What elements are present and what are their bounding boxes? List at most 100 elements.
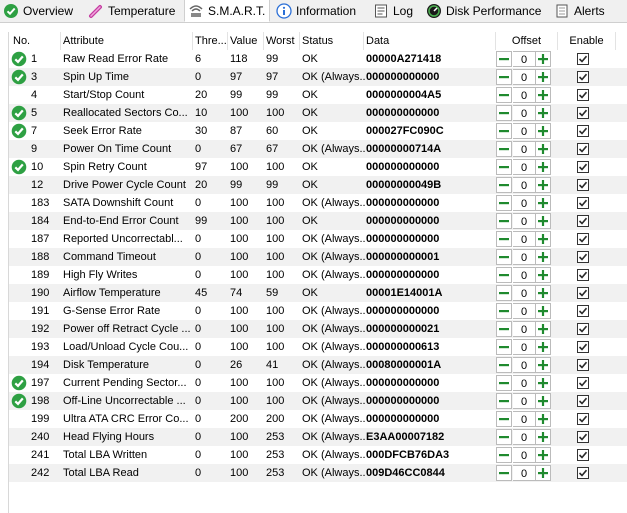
table-row[interactable]: 189 High Fly Writes 0 100 100 OK (Always... 00… (9, 266, 627, 284)
offset-value[interactable]: 0 (513, 231, 535, 247)
offset-stepper[interactable]: 0 (496, 123, 552, 139)
enable-checkbox[interactable] (577, 467, 589, 479)
tab-alerts[interactable]: Alerts (551, 0, 611, 21)
col-data[interactable]: Data (364, 32, 496, 50)
enable-checkbox[interactable] (577, 323, 589, 335)
table-row[interactable]: 1 Raw Read Error Rate 6 118 99 OK 00000A271418… (9, 50, 627, 68)
offset-stepper[interactable]: 0 (496, 69, 552, 85)
offset-value[interactable]: 0 (513, 159, 535, 175)
offset-stepper[interactable]: 0 (496, 465, 552, 481)
offset-stepper[interactable]: 0 (496, 285, 552, 301)
decrement-button[interactable] (496, 213, 512, 229)
enable-checkbox[interactable] (577, 107, 589, 119)
decrement-button[interactable] (496, 321, 512, 337)
offset-stepper[interactable]: 0 (496, 213, 552, 229)
table-row[interactable]: 242 Total LBA Read 0 100 253 OK (Always... 009… (9, 464, 627, 482)
table-row[interactable]: 9 Power On Time Count 0 67 67 OK (Always... 00… (9, 140, 627, 158)
col-attribute[interactable]: Attribute (61, 32, 193, 50)
increment-button[interactable] (535, 285, 551, 301)
decrement-button[interactable] (496, 339, 512, 355)
offset-stepper[interactable]: 0 (496, 267, 552, 283)
increment-button[interactable] (535, 375, 551, 391)
offset-value[interactable]: 0 (513, 465, 535, 481)
tab-overview[interactable]: Overview (0, 0, 80, 21)
decrement-button[interactable] (496, 411, 512, 427)
offset-value[interactable]: 0 (513, 69, 535, 85)
enable-checkbox[interactable] (577, 71, 589, 83)
table-row[interactable]: 4 Start/Stop Count 20 99 99 OK 0000000004A5 0 (9, 86, 627, 104)
table-row[interactable]: 197 Current Pending Sector... 0 100 100 OK (A… (9, 374, 627, 392)
increment-button[interactable] (535, 213, 551, 229)
enable-checkbox[interactable] (577, 377, 589, 389)
increment-button[interactable] (535, 177, 551, 193)
table-row[interactable]: 184 End-to-End Error Count 99 100 100 OK 00000… (9, 212, 627, 230)
table-row[interactable]: 12 Drive Power Cycle Count 20 99 99 OK 0000000… (9, 176, 627, 194)
increment-button[interactable] (535, 321, 551, 337)
increment-button[interactable] (535, 141, 551, 157)
offset-value[interactable]: 0 (513, 105, 535, 121)
offset-stepper[interactable]: 0 (496, 393, 552, 409)
tab-disk-performance[interactable]: Disk Performance (423, 0, 548, 21)
offset-value[interactable]: 0 (513, 195, 535, 211)
col-no[interactable]: No. (9, 32, 61, 50)
enable-checkbox[interactable] (577, 287, 589, 299)
decrement-button[interactable] (496, 159, 512, 175)
table-row[interactable]: 240 Head Flying Hours 0 100 253 OK (Always...… (9, 428, 627, 446)
enable-checkbox[interactable] (577, 125, 589, 137)
decrement-button[interactable] (496, 267, 512, 283)
increment-button[interactable] (535, 87, 551, 103)
offset-value[interactable]: 0 (513, 393, 535, 409)
col-threshold[interactable]: Thre... (193, 32, 228, 50)
offset-stepper[interactable]: 0 (496, 141, 552, 157)
offset-value[interactable]: 0 (513, 249, 535, 265)
decrement-button[interactable] (496, 87, 512, 103)
decrement-button[interactable] (496, 303, 512, 319)
offset-stepper[interactable]: 0 (496, 87, 552, 103)
offset-stepper[interactable]: 0 (496, 159, 552, 175)
tab-smart[interactable]: S.M.A.R.T. (184, 0, 270, 22)
enable-checkbox[interactable] (577, 197, 589, 209)
decrement-button[interactable] (496, 393, 512, 409)
offset-stepper[interactable]: 0 (496, 357, 552, 373)
enable-checkbox[interactable] (577, 431, 589, 443)
offset-stepper[interactable]: 0 (496, 231, 552, 247)
offset-value[interactable]: 0 (513, 447, 535, 463)
increment-button[interactable] (535, 159, 551, 175)
table-row[interactable]: 5 Reallocated Sectors Co... 10 100 100 OK 0000… (9, 104, 627, 122)
enable-checkbox[interactable] (577, 179, 589, 191)
decrement-button[interactable] (496, 249, 512, 265)
offset-value[interactable]: 0 (513, 213, 535, 229)
increment-button[interactable] (535, 393, 551, 409)
enable-checkbox[interactable] (577, 395, 589, 407)
increment-button[interactable] (535, 267, 551, 283)
increment-button[interactable] (535, 69, 551, 85)
offset-stepper[interactable]: 0 (496, 249, 552, 265)
table-row[interactable]: 241 Total LBA Written 0 100 253 OK (Always...… (9, 446, 627, 464)
decrement-button[interactable] (496, 357, 512, 373)
enable-checkbox[interactable] (577, 89, 589, 101)
decrement-button[interactable] (496, 375, 512, 391)
table-row[interactable]: 188 Command Timeout 0 100 100 OK (Always... 00… (9, 248, 627, 266)
offset-stepper[interactable]: 0 (496, 195, 552, 211)
offset-value[interactable]: 0 (513, 177, 535, 193)
col-worst[interactable]: Worst (264, 32, 300, 50)
offset-stepper[interactable]: 0 (496, 429, 552, 445)
table-row[interactable]: 7 Seek Error Rate 30 87 60 OK 000027FC090C 0 (9, 122, 627, 140)
table-row[interactable]: 198 Off-Line Uncorrectable ... 0 100 100 OK (… (9, 392, 627, 410)
offset-value[interactable]: 0 (513, 411, 535, 427)
enable-checkbox[interactable] (577, 251, 589, 263)
enable-checkbox[interactable] (577, 233, 589, 245)
enable-checkbox[interactable] (577, 53, 589, 65)
enable-checkbox[interactable] (577, 341, 589, 353)
offset-value[interactable]: 0 (513, 429, 535, 445)
offset-stepper[interactable]: 0 (496, 177, 552, 193)
offset-value[interactable]: 0 (513, 267, 535, 283)
offset-value[interactable]: 0 (513, 87, 535, 103)
increment-button[interactable] (535, 195, 551, 211)
enable-checkbox[interactable] (577, 161, 589, 173)
col-status[interactable]: Status (300, 32, 364, 50)
decrement-button[interactable] (496, 51, 512, 67)
increment-button[interactable] (535, 357, 551, 373)
decrement-button[interactable] (496, 177, 512, 193)
offset-stepper[interactable]: 0 (496, 303, 552, 319)
